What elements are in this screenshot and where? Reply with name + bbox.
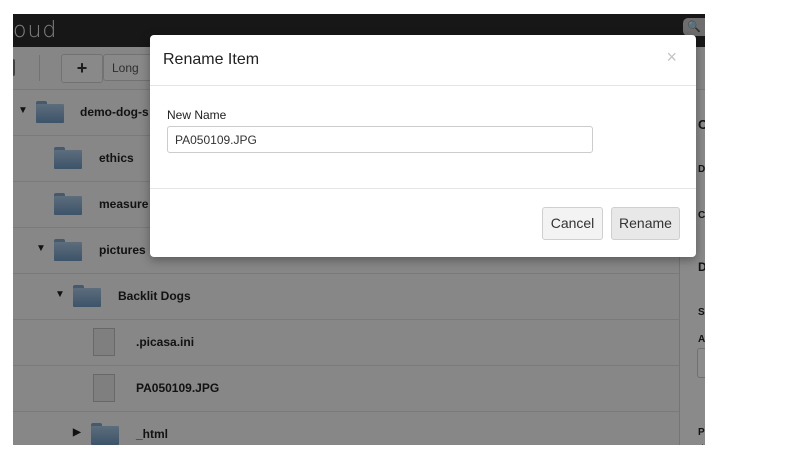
dialog-header: Rename Item × [150,35,696,86]
close-icon[interactable]: × [666,47,677,68]
new-name-label: New Name [167,108,227,122]
dialog-footer: Cancel Rename [150,188,696,258]
cancel-button[interactable]: Cancel [542,207,603,240]
rename-dialog: Rename Item × New Name Cancel Rename [150,35,696,257]
new-name-input[interactable] [167,126,593,153]
dialog-title: Rename Item [163,51,260,68]
rename-button[interactable]: Rename [611,207,680,240]
